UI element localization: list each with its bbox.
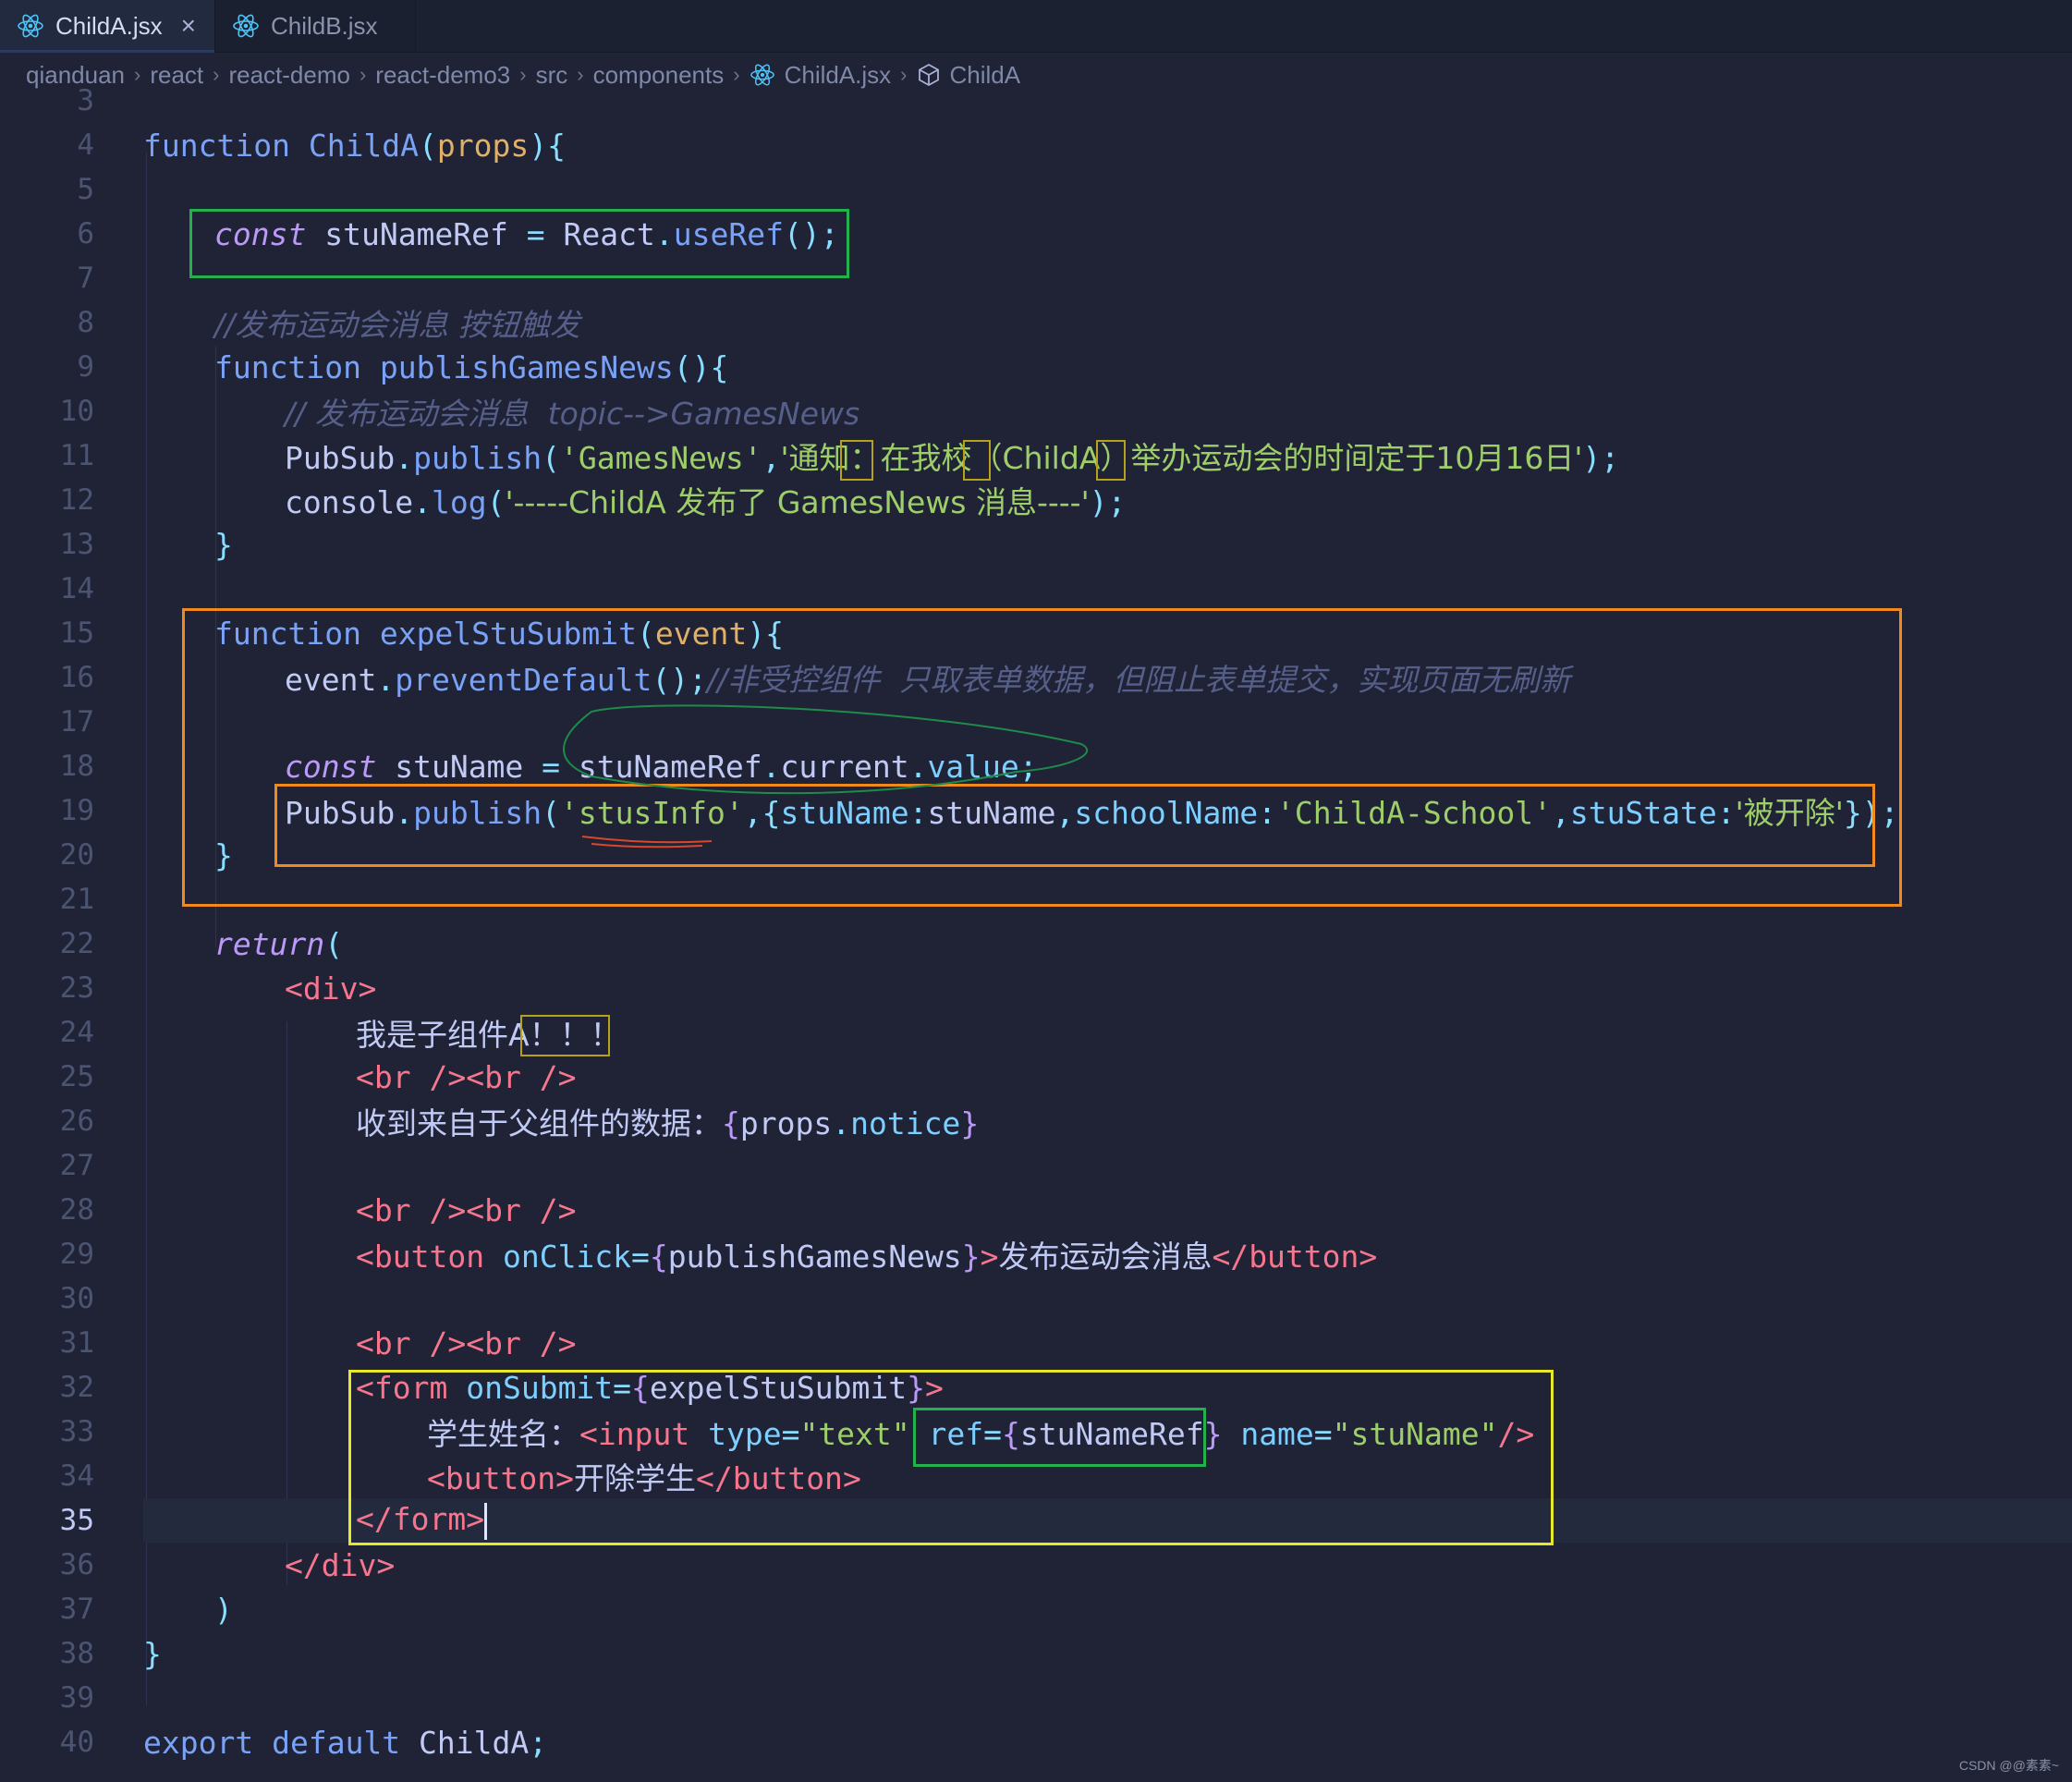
hand-drawn-marks bbox=[563, 704, 1089, 848]
tab-label: ChildB.jsx bbox=[270, 11, 378, 40]
watermark: CSDN @@素素~ bbox=[1958, 1758, 2059, 1773]
tab-label: ChildA.jsx bbox=[55, 11, 163, 40]
tab-childa[interactable]: ChildA.jsx × bbox=[0, 0, 215, 53]
react-icon bbox=[18, 14, 43, 38]
editor-tab-bar: ChildA.jsx × ChildB.jsx bbox=[0, 0, 2072, 53]
close-icon[interactable]: × bbox=[181, 11, 196, 41]
code-editor[interactable]: 3 4 function ChildA(props){ 5 6 const st… bbox=[0, 84, 2072, 1782]
react-icon bbox=[233, 14, 259, 38]
tab-childb[interactable]: ChildB.jsx bbox=[214, 0, 416, 52]
